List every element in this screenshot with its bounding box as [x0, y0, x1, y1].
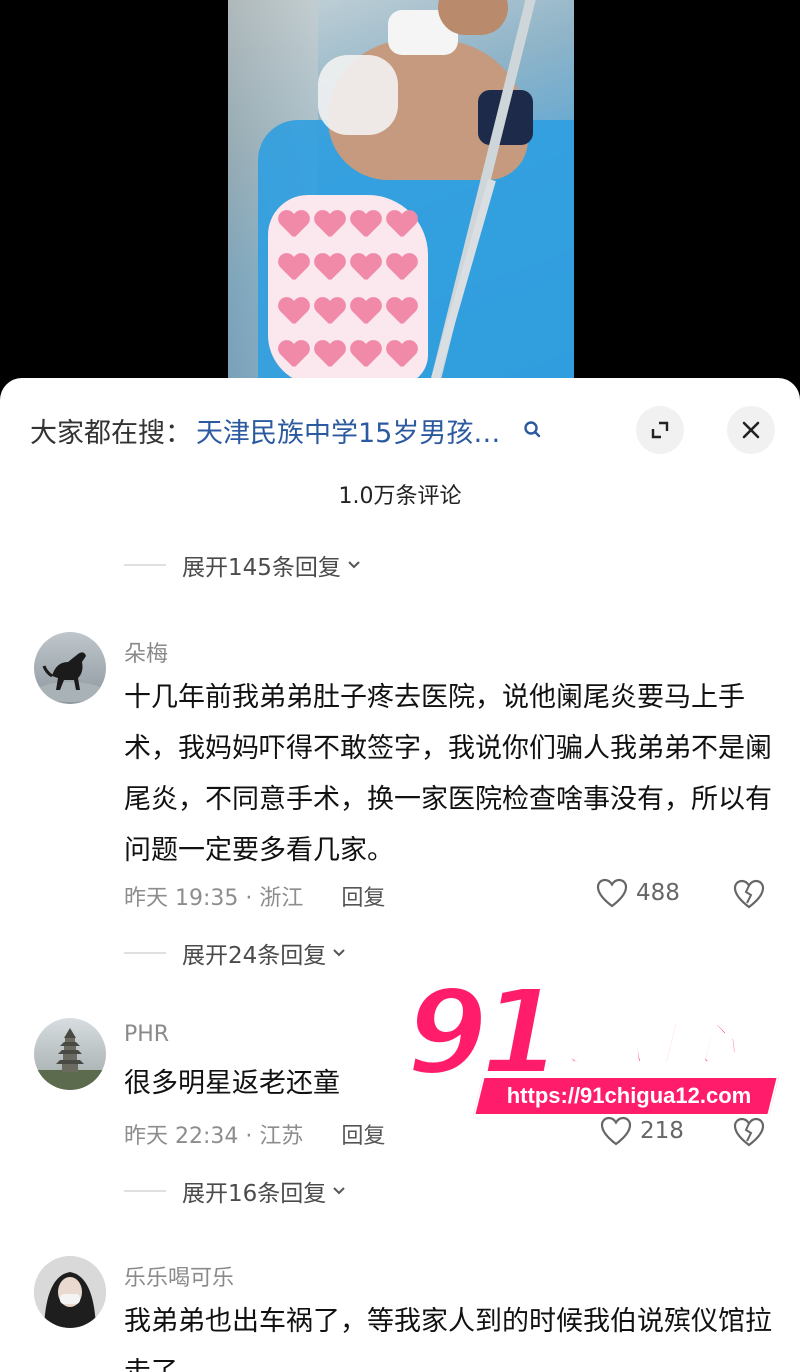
- heart-icon: [314, 254, 346, 282]
- avatar[interactable]: [34, 632, 106, 704]
- censor-heart-sticker: [268, 195, 428, 385]
- reply-divider: [124, 1190, 166, 1192]
- close-icon: [742, 421, 760, 439]
- comment-timestamp-location: 昨天 22:34 · 江苏: [124, 1124, 304, 1149]
- comment-count-title: 1.0万条评论: [338, 484, 462, 509]
- comment-username[interactable]: 朵梅: [124, 636, 168, 668]
- avatar[interactable]: [34, 1018, 106, 1090]
- heart-icon: [350, 211, 382, 239]
- expand-replies-button[interactable]: 展开16条回复: [124, 1174, 346, 1208]
- heart-outline-icon: [596, 878, 628, 908]
- watermark-number: 91: [404, 963, 564, 1101]
- watermark-brand: 吃瓜中心: [551, 1016, 737, 1072]
- comment-sheet: 大家都在搜： 天津民族中学15岁男孩… 1.0万条评论 展开145条回复 朵梅 …: [0, 378, 800, 1372]
- reply-button[interactable]: 回复: [341, 880, 385, 912]
- heart-icon: [278, 298, 310, 326]
- video-patient-shirt: [318, 55, 398, 135]
- expand-replies-button[interactable]: 展开145条回复: [124, 548, 361, 582]
- search-suggestion-link[interactable]: 天津民族中学15岁男孩…: [196, 411, 500, 450]
- comment-username[interactable]: PHR: [124, 1022, 169, 1047]
- heart-icon: [278, 341, 310, 369]
- black-horse-avatar-icon: [36, 652, 104, 702]
- comment-timestamp-location: 昨天 19:35 · 浙江: [124, 886, 304, 911]
- heart-icon: [386, 341, 418, 369]
- comment-meta: 昨天 22:34 · 江苏 回复: [124, 1118, 385, 1150]
- chevron-down-icon: [333, 949, 345, 957]
- heart-icon: [350, 254, 382, 282]
- avatar[interactable]: [34, 1256, 106, 1328]
- search-prefix-label: 大家都在搜：: [30, 417, 192, 449]
- heart-icon: [314, 211, 346, 239]
- watermark-url: https://91chigua12.com: [506, 1083, 752, 1108]
- video-frame: [228, 0, 574, 400]
- heart-icon: [314, 298, 346, 326]
- like-button[interactable]: 488: [596, 878, 680, 908]
- expand-icon: [651, 421, 669, 439]
- heart-icon: [350, 341, 382, 369]
- expand-button[interactable]: [636, 406, 684, 454]
- related-search-bar[interactable]: 大家都在搜： 天津民族中学15岁男孩…: [30, 408, 544, 452]
- heart-icon: [386, 254, 418, 282]
- heart-icon: [314, 341, 346, 369]
- heart-icon: [278, 254, 310, 282]
- reply-button[interactable]: 回复: [341, 1118, 385, 1150]
- search-icon[interactable]: [522, 419, 544, 441]
- heart-icon: [278, 211, 310, 239]
- chevron-down-icon: [348, 561, 360, 569]
- comment-text: 我弟弟也出车祸了，等我家人到的时候我伯说殡仪馆拉走了: [124, 1306, 772, 1372]
- pagoda-avatar-icon: [34, 1028, 106, 1090]
- masked-person-avatar-icon: [34, 1256, 106, 1328]
- expand-replies-button[interactable]: 展开24条回复: [124, 936, 346, 970]
- broken-heart-icon[interactable]: [733, 879, 765, 909]
- expand-replies-label: 展开16条回复: [182, 1181, 327, 1207]
- video-player[interactable]: [0, 0, 800, 400]
- close-button[interactable]: [727, 406, 775, 454]
- heart-icon: [350, 298, 382, 326]
- reply-divider: [124, 952, 166, 954]
- watermark-logo: 91 吃瓜中心 https://91chigua12.com: [402, 963, 782, 1122]
- chevron-down-icon: [333, 1187, 345, 1195]
- like-count: 488: [636, 880, 680, 906]
- heart-icon: [386, 298, 418, 326]
- expand-replies-label: 展开145条回复: [182, 555, 341, 581]
- comment-meta: 昨天 19:35 · 浙江 回复: [124, 880, 385, 912]
- comment-text: 十几年前我弟弟肚子疼去医院，说他阑尾炎要马上手术，我妈妈吓得不敢签字，我说你们骗…: [124, 682, 772, 866]
- comment-username[interactable]: 乐乐喝可乐: [124, 1260, 234, 1292]
- video-patient-head: [438, 0, 508, 35]
- expand-replies-label: 展开24条回复: [182, 943, 327, 969]
- heart-icon: [386, 211, 418, 239]
- reply-divider: [124, 564, 166, 566]
